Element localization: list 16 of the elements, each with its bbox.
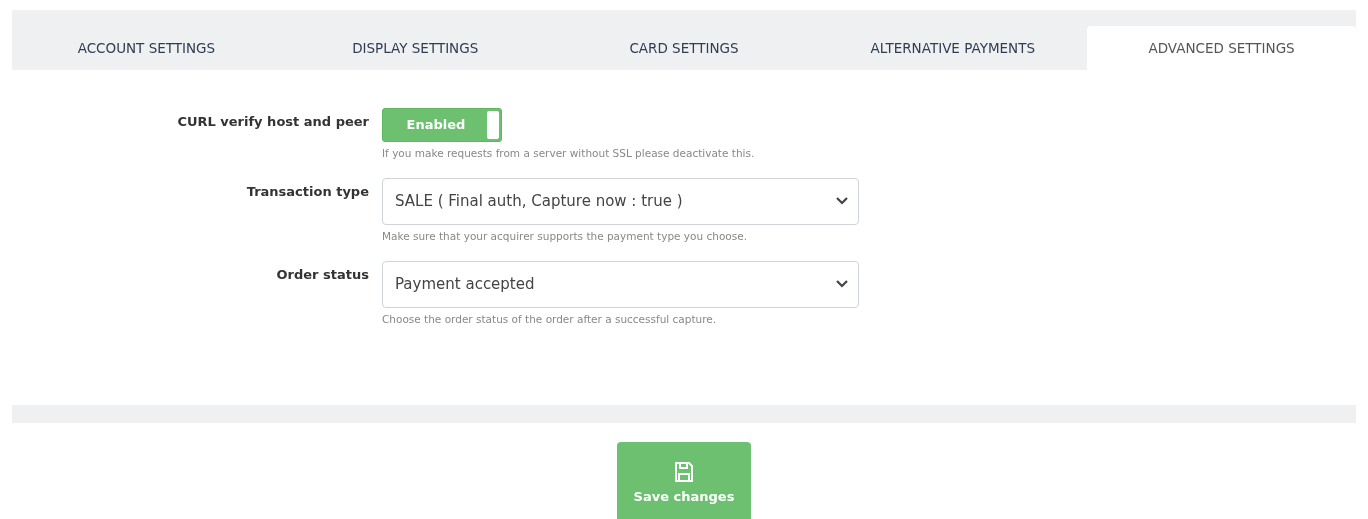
field-label: Transaction type xyxy=(245,182,369,201)
tab[interactable]: ADVANCED SETTINGS xyxy=(1087,26,1356,70)
help-text: If you make requests from a server without SSL please deactivate this. xyxy=(382,146,755,161)
tab[interactable]: ACCOUNT SETTINGS xyxy=(12,10,281,70)
help-text: Choose the order status of the order after a successful capture. xyxy=(382,311,718,327)
dropdown-select[interactable]: Payment accepted xyxy=(382,260,859,308)
dropdown-select[interactable]: SALE ( Final auth, Capture now : true ) xyxy=(382,177,859,225)
chevron-down-icon xyxy=(836,280,848,288)
chevron-down-icon xyxy=(836,197,848,206)
help-text: Make sure that your acquirer supports the payment type you choose. xyxy=(382,228,749,244)
tab[interactable]: DISPLAY SETTINGS xyxy=(280,10,550,70)
save-icon xyxy=(674,461,694,484)
tab[interactable]: CARD SETTINGS xyxy=(549,10,819,70)
field-label: Order status xyxy=(275,265,369,284)
field-label: CURL verify host and peer xyxy=(176,113,369,131)
tab[interactable]: ALTERNATIVE PAYMENTS xyxy=(818,10,1088,70)
